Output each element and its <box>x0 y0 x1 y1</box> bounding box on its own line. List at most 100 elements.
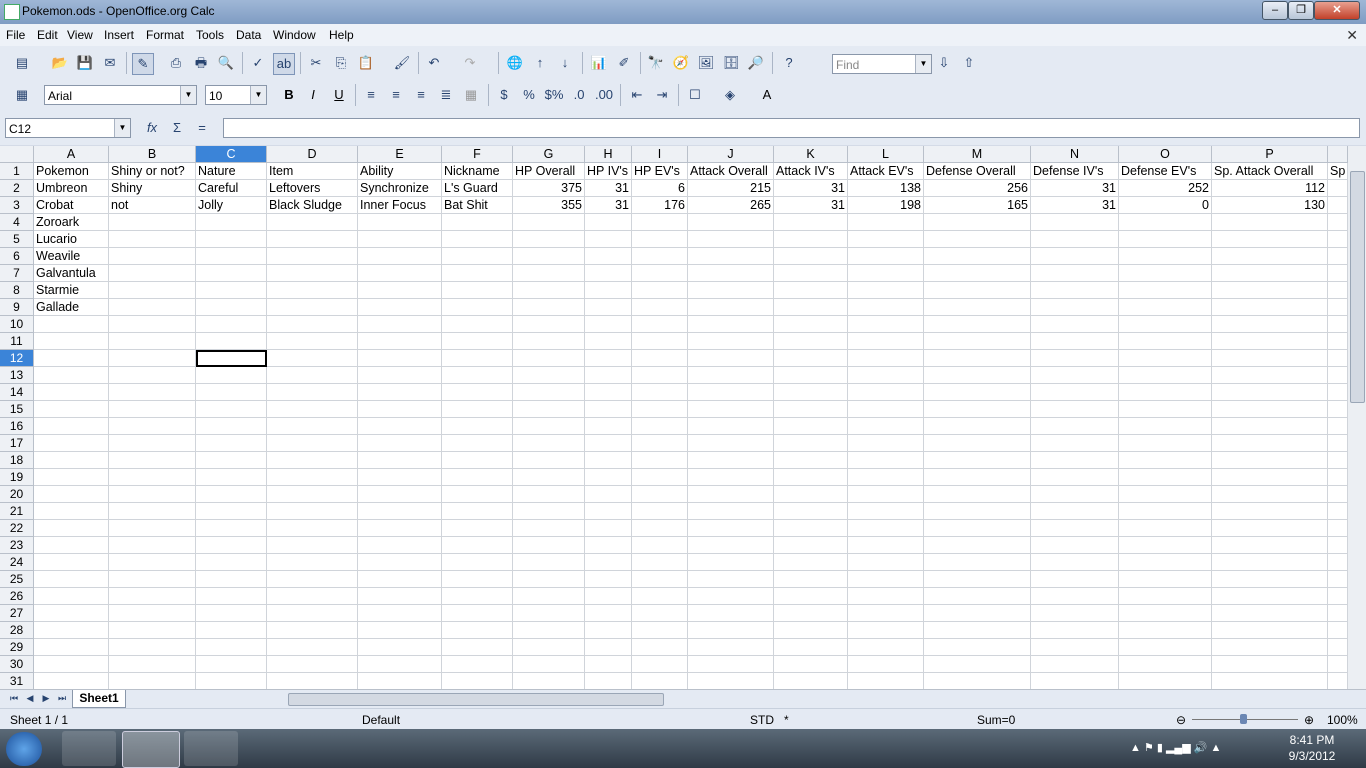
cell[interactable] <box>1212 231 1328 248</box>
cell[interactable] <box>109 384 196 401</box>
cell[interactable] <box>632 639 688 656</box>
cell[interactable] <box>358 520 442 537</box>
cell[interactable] <box>513 673 585 689</box>
cell[interactable] <box>632 367 688 384</box>
zoom-icon[interactable]: 🔎 <box>746 53 766 73</box>
cell[interactable] <box>109 486 196 503</box>
redo-icon[interactable]: ↷ <box>460 53 480 73</box>
cell[interactable] <box>632 537 688 554</box>
cell[interactable] <box>1328 418 1348 435</box>
cell[interactable] <box>1119 333 1212 350</box>
cell[interactable] <box>585 571 632 588</box>
row-header[interactable]: 14 <box>0 384 34 401</box>
cell[interactable] <box>358 384 442 401</box>
cell[interactable] <box>109 418 196 435</box>
cell[interactable] <box>358 537 442 554</box>
cell[interactable] <box>1328 435 1348 452</box>
cell[interactable] <box>774 384 848 401</box>
cell[interactable]: Sp <box>1328 163 1348 180</box>
cell[interactable] <box>267 435 358 452</box>
cell[interactable] <box>688 282 774 299</box>
cell[interactable] <box>688 384 774 401</box>
cell[interactable] <box>267 503 358 520</box>
cell[interactable] <box>267 554 358 571</box>
cell[interactable] <box>267 520 358 537</box>
format-paintbrush-icon[interactable]: 🖌 <box>392 53 412 73</box>
cell[interactable] <box>1031 316 1119 333</box>
cell[interactable] <box>688 231 774 248</box>
cell[interactable] <box>358 554 442 571</box>
find-previous-icon[interactable]: ⇧ <box>959 53 979 73</box>
cell[interactable] <box>1119 622 1212 639</box>
cell[interactable] <box>358 605 442 622</box>
cell[interactable] <box>1119 282 1212 299</box>
cell[interactable] <box>513 537 585 554</box>
cell[interactable] <box>34 350 109 367</box>
cell[interactable] <box>1328 401 1348 418</box>
cell[interactable]: Nickname <box>442 163 513 180</box>
cell[interactable] <box>442 469 513 486</box>
cell[interactable] <box>1119 588 1212 605</box>
cell[interactable] <box>1212 282 1328 299</box>
cell[interactable] <box>1328 299 1348 316</box>
cell[interactable] <box>442 452 513 469</box>
cell[interactable] <box>1212 214 1328 231</box>
cell[interactable] <box>585 350 632 367</box>
cell[interactable]: 31 <box>585 180 632 197</box>
cell[interactable] <box>358 282 442 299</box>
cell[interactable] <box>1119 435 1212 452</box>
cell[interactable] <box>585 673 632 689</box>
cell[interactable] <box>34 418 109 435</box>
cell[interactable] <box>774 452 848 469</box>
cell[interactable] <box>848 248 924 265</box>
cell[interactable] <box>585 554 632 571</box>
cell[interactable]: Black Sludge <box>267 197 358 214</box>
cell[interactable] <box>632 384 688 401</box>
cell[interactable] <box>109 265 196 282</box>
align-right-icon[interactable]: ≡ <box>411 85 431 105</box>
cell[interactable] <box>1328 214 1348 231</box>
cell[interactable] <box>1031 350 1119 367</box>
cell[interactable] <box>924 673 1031 689</box>
cell[interactable] <box>632 265 688 282</box>
cell[interactable] <box>442 282 513 299</box>
cell[interactable] <box>358 639 442 656</box>
cell[interactable] <box>774 214 848 231</box>
cell[interactable] <box>848 673 924 689</box>
cell[interactable] <box>774 350 848 367</box>
styles-formatting-icon[interactable]: ▦ <box>12 85 32 105</box>
function-equals-icon[interactable]: = <box>192 118 212 138</box>
name-box[interactable]: C12 ▼ <box>5 118 131 138</box>
cell[interactable] <box>358 622 442 639</box>
cell[interactable] <box>267 401 358 418</box>
cell[interactable]: Ability <box>358 163 442 180</box>
cell[interactable] <box>34 588 109 605</box>
row-header[interactable]: 12 <box>0 350 34 367</box>
cell[interactable] <box>513 571 585 588</box>
cell[interactable] <box>358 350 442 367</box>
column-header[interactable]: M <box>924 146 1031 163</box>
cell[interactable] <box>585 333 632 350</box>
cell[interactable] <box>1119 299 1212 316</box>
cell[interactable]: HP EV's <box>632 163 688 180</box>
save-icon[interactable]: 💾 <box>75 53 95 73</box>
cell[interactable] <box>774 418 848 435</box>
cell[interactable] <box>196 588 267 605</box>
column-header[interactable]: C <box>196 146 267 163</box>
print-icon[interactable]: 🖶 <box>191 53 211 73</box>
cell[interactable] <box>196 282 267 299</box>
cell[interactable] <box>267 350 358 367</box>
cell[interactable]: Attack EV's <box>848 163 924 180</box>
cell[interactable] <box>267 656 358 673</box>
cell[interactable] <box>267 333 358 350</box>
cell[interactable] <box>632 316 688 333</box>
cell[interactable]: 0 <box>1119 197 1212 214</box>
cell[interactable] <box>442 656 513 673</box>
cell[interactable] <box>109 248 196 265</box>
cell[interactable] <box>924 401 1031 418</box>
cell[interactable]: 31 <box>1031 197 1119 214</box>
cell[interactable] <box>1212 537 1328 554</box>
row-header[interactable]: 17 <box>0 435 34 452</box>
cell[interactable]: Defense EV's <box>1119 163 1212 180</box>
cell[interactable] <box>848 605 924 622</box>
